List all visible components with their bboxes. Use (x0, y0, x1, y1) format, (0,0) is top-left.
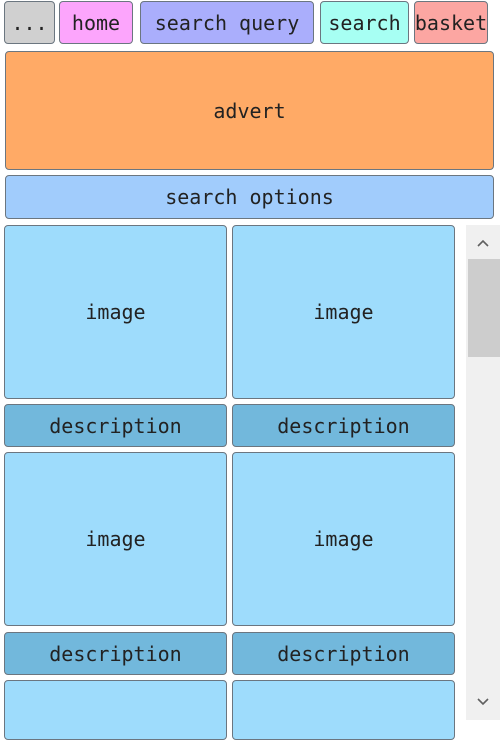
advert-banner[interactable]: advert (5, 51, 494, 170)
vertical-scrollbar[interactable] (466, 225, 500, 720)
search-query-input[interactable]: search query (140, 1, 314, 44)
product-image[interactable]: image (4, 452, 227, 626)
product-image[interactable]: image (4, 225, 227, 399)
product-description[interactable]: description (232, 632, 455, 675)
search-options-button[interactable]: search options (5, 175, 494, 219)
product-description[interactable]: description (4, 632, 227, 675)
basket-button[interactable]: basket (414, 1, 488, 44)
menu-button[interactable]: ... (4, 1, 55, 44)
product-image[interactable]: image (232, 225, 455, 399)
search-button[interactable]: search (320, 1, 409, 44)
scrollbar-thumb[interactable] (468, 259, 500, 357)
product-image-partial[interactable] (232, 680, 455, 740)
chevron-down-icon[interactable] (466, 684, 500, 720)
product-image-partial[interactable] (4, 680, 227, 740)
product-description[interactable]: description (232, 404, 455, 447)
chevron-up-icon[interactable] (466, 225, 500, 261)
product-description[interactable]: description (4, 404, 227, 447)
product-image[interactable]: image (232, 452, 455, 626)
home-button[interactable]: home (59, 1, 133, 44)
